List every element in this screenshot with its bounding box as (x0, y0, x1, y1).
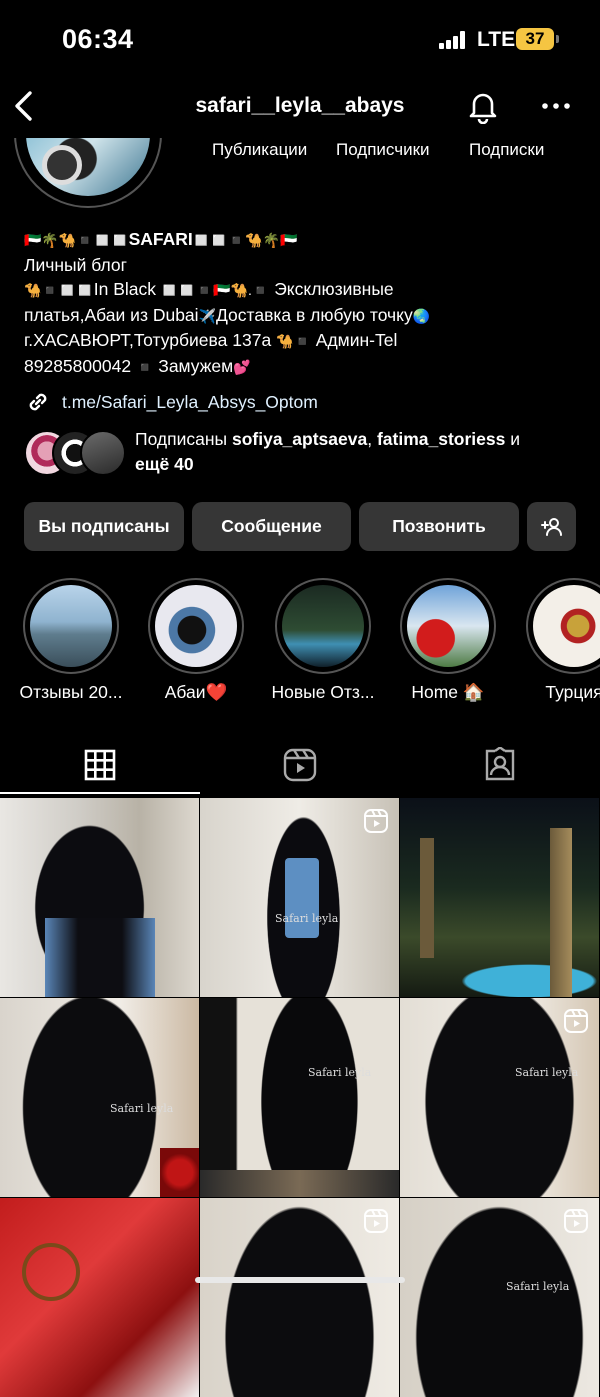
network-label: LTE (477, 28, 516, 51)
profile-tabs (0, 736, 600, 794)
watermark: Safari leyla (308, 1066, 372, 1079)
call-button[interactable]: Позвонить (359, 502, 519, 551)
battery-icon: 37 (516, 28, 559, 50)
watermark: Safari leyla (110, 1102, 174, 1115)
followed-user[interactable]: sofiya_aptsaeva (232, 429, 367, 449)
profile-actions: Вы подписаны Сообщение Позвонить (24, 502, 576, 552)
post-thumbnail[interactable]: Safari leyla (200, 998, 399, 1197)
profile-bio: 🇦🇪🌴🐪◾️◻️◻️SAFARI◻️◻️◾️🐪🌴🇦🇪 Личный блог 🐪… (24, 227, 584, 379)
add-person-icon (540, 517, 562, 536)
tab-posts[interactable] (0, 736, 200, 794)
reel-icon (364, 1209, 388, 1233)
highlight-item[interactable]: Новые Отз... (261, 578, 385, 703)
highlight-label: Турция (545, 682, 600, 702)
profile-link[interactable]: t.me/Safari_Leyla_Absys_Optom (24, 389, 318, 415)
follower-avatar (80, 430, 126, 476)
watermark: Safari leyla (506, 1280, 570, 1293)
highlight-item[interactable]: Отзывы 20... (9, 578, 133, 703)
bio-text: Замужем (158, 355, 234, 376)
bell-icon[interactable] (465, 88, 501, 125)
reel-icon (364, 809, 388, 833)
highlight-label: Отзывы 20... (19, 682, 123, 702)
highlight-item[interactable]: Home 🏠 (386, 578, 510, 703)
post-thumbnail[interactable] (0, 1198, 199, 1397)
followed-prefix: Подписаны (135, 429, 232, 449)
post-thumbnail[interactable]: Safari leyla (200, 798, 399, 997)
post-thumbnail[interactable]: Safari leyla (400, 998, 599, 1197)
following-button[interactable]: Вы подписаны (24, 502, 184, 551)
bio-text: In Black (93, 279, 156, 299)
bio-text: платья,Абаи из Dubai (24, 304, 199, 325)
bio-text: Доставка в любую точку (216, 304, 413, 325)
status-time: 06:34 (62, 24, 134, 54)
reels-icon (283, 748, 317, 782)
post-grid: Safari leyla Safari leyla Safari leyla S… (0, 798, 600, 1397)
posts-label[interactable]: Публикации (212, 140, 307, 160)
highlight-item[interactable]: Абаи❤️ (134, 578, 258, 703)
watermark: Safari leyla (515, 1066, 579, 1079)
followed-sep: , (367, 429, 377, 449)
highlight-label: Home 🏠 (411, 682, 485, 702)
highlight-label: Новые Отз... (271, 682, 375, 702)
post-thumbnail[interactable] (200, 1198, 399, 1397)
watermark: Safari leyla (275, 912, 339, 925)
profile-name: SAFARI (128, 229, 193, 249)
more-icon[interactable] (538, 96, 574, 116)
home-indicator[interactable] (195, 1277, 405, 1283)
tagged-icon (485, 747, 515, 781)
message-button[interactable]: Сообщение (192, 502, 351, 551)
reel-icon (564, 1009, 588, 1033)
status-bar: 06:34 LTE 37 (0, 0, 600, 80)
bio-text: Админ-Tel (315, 330, 398, 350)
link-text: t.me/Safari_Leyla_Absys_Optom (62, 391, 318, 412)
following-label[interactable]: Подписки (469, 140, 544, 160)
tab-reels[interactable] (200, 736, 400, 794)
post-thumbnail[interactable]: Safari leyla (400, 1198, 599, 1397)
top-nav: safari__leyla__abays (0, 80, 600, 135)
followed-by[interactable]: Подписаны sofiya_aptsaeva, fatima_storie… (24, 427, 584, 481)
tab-tagged[interactable] (400, 736, 600, 794)
post-thumbnail[interactable] (400, 798, 599, 997)
add-person-button[interactable] (527, 502, 576, 551)
bio-category: Личный блог (24, 254, 128, 275)
bio-text: Эксклюзивные (274, 279, 394, 299)
story-highlights: Отзывы 20... Абаи❤️ Новые Отз... Home 🏠 … (0, 578, 600, 708)
post-thumbnail[interactable]: Safari leyla (0, 998, 199, 1197)
followed-suffix: и (505, 429, 520, 449)
highlight-item[interactable]: Турция (512, 578, 600, 703)
link-icon (29, 393, 47, 411)
profile-username: safari__leyla__abays (195, 94, 405, 117)
followed-user[interactable]: fatima_storiess (377, 429, 505, 449)
bio-phone[interactable]: 89285800042 (24, 356, 131, 376)
reel-icon (564, 1209, 588, 1233)
post-thumbnail[interactable] (0, 798, 199, 997)
bio-text: г.ХАСАВЮРТ,Тотурбиева 137а (24, 330, 272, 350)
grid-icon (84, 749, 116, 781)
followers-label[interactable]: Подписчики (336, 140, 430, 160)
signal-icon (439, 31, 467, 49)
followed-more[interactable]: ещё 40 (135, 454, 194, 474)
highlight-label: Абаи❤️ (164, 682, 228, 702)
